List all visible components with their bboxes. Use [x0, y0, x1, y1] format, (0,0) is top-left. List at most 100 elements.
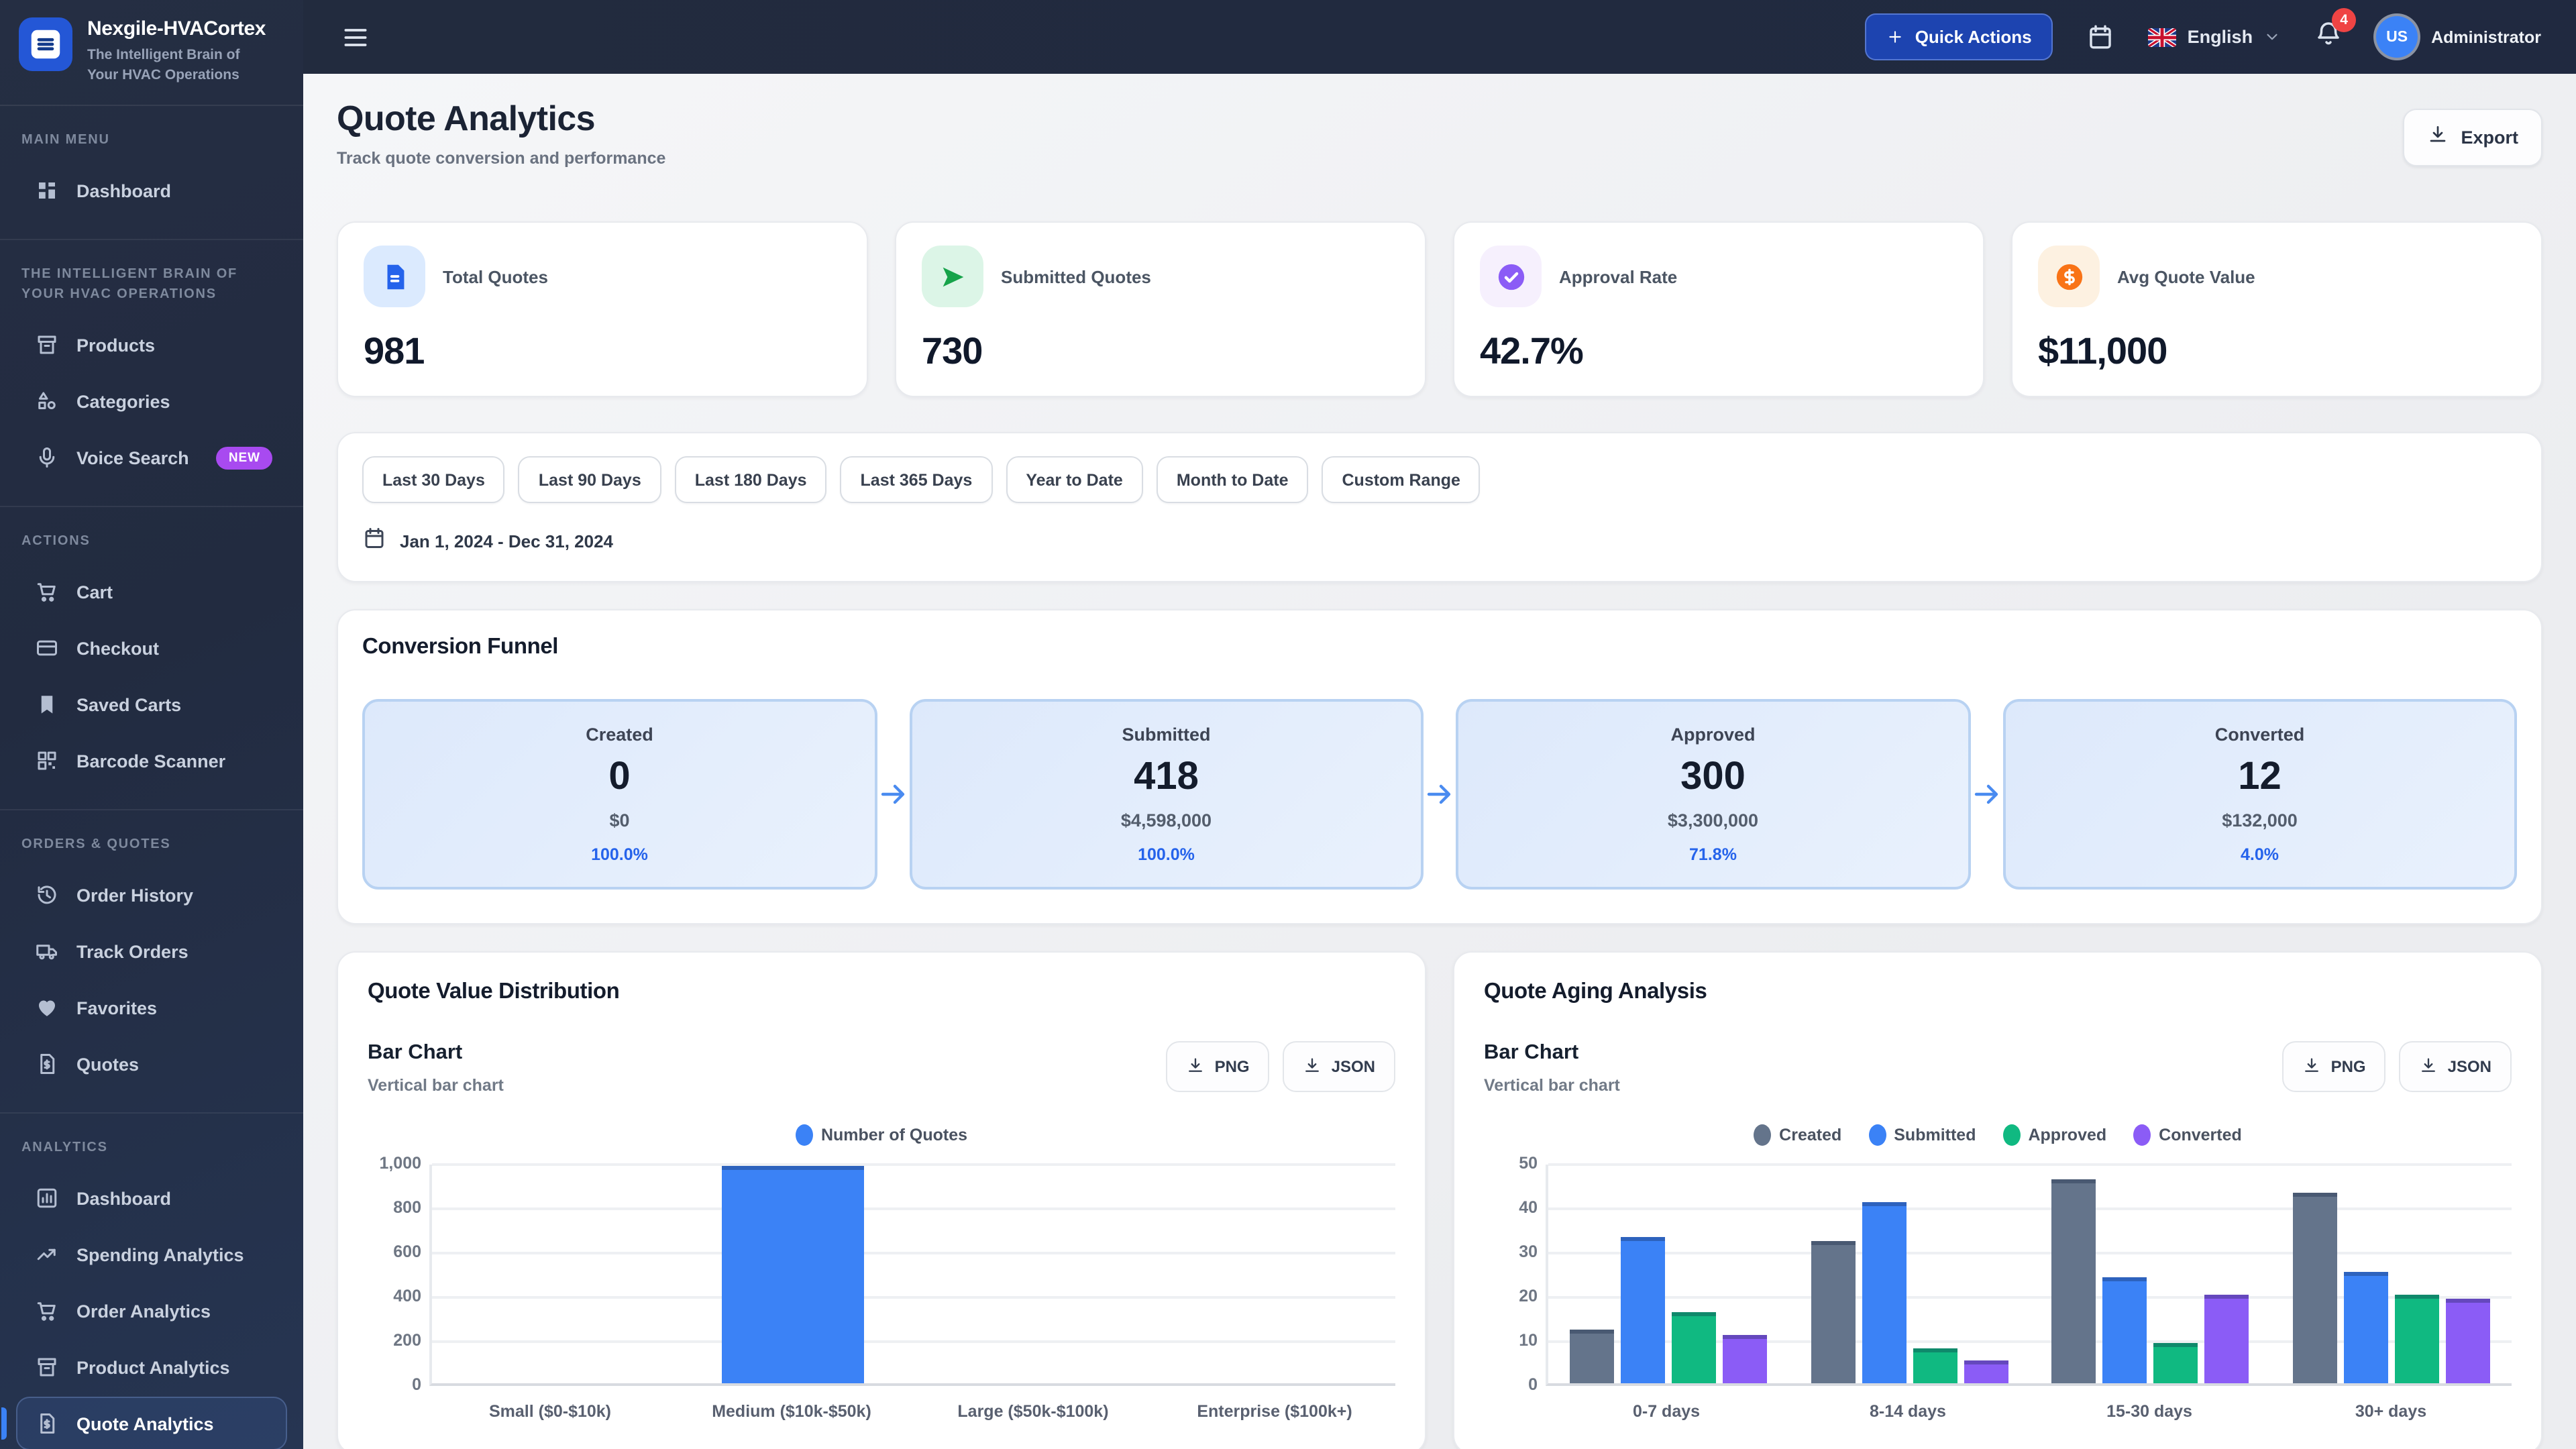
bar-8-14-days-converted: [1964, 1360, 2008, 1383]
stat-card-approval-rate: Approval Rate42.7%: [1453, 221, 1984, 397]
language-selector[interactable]: English: [2149, 27, 2282, 47]
range-button-last-180-days[interactable]: Last 180 Days: [675, 456, 827, 503]
sidebar-item-product-analytics[interactable]: Product Analytics: [16, 1341, 287, 1395]
funnel-stage-count: 0: [608, 755, 630, 800]
range-button-last-365-days[interactable]: Last 365 Days: [841, 456, 993, 503]
sidebar-item-label: Favorites: [76, 998, 157, 1018]
sidebar-section: ACTIONSCartCheckoutSaved CartsBarcode Sc…: [0, 506, 303, 804]
funnel-stage-value: $4,598,000: [1121, 810, 1212, 830]
bar-group-enterprise-100k: [1155, 1165, 1395, 1383]
download-png-button[interactable]: PNG: [2283, 1041, 2386, 1092]
sidebar-section-label: ORDERS & QUOTES: [0, 819, 303, 866]
sidebar-item-spending-analytics[interactable]: Spending Analytics: [16, 1228, 287, 1282]
notification-badge: 4: [2332, 8, 2356, 32]
download-icon: [2427, 123, 2449, 152]
sidebar-item-checkout[interactable]: Checkout: [16, 622, 287, 676]
download-json-button[interactable]: JSON: [1283, 1041, 1395, 1092]
page-title: Quote Analytics: [337, 98, 665, 140]
range-button-last-90-days[interactable]: Last 90 Days: [519, 456, 661, 503]
range-button-last-30-days[interactable]: Last 30 Days: [362, 456, 505, 503]
sidebar-item-dashboard[interactable]: Dashboard: [16, 164, 287, 218]
sidebar-item-label: Saved Carts: [76, 695, 181, 715]
bar-chart-plot: 02004006008001,000: [429, 1165, 1395, 1386]
notifications-button[interactable]: 4: [2314, 19, 2343, 55]
y-axis-tick-label: 10: [1487, 1331, 1538, 1350]
quick-actions-button[interactable]: Quick Actions: [1866, 13, 2053, 60]
sidebar-item-barcode-scanner[interactable]: Barcode Scanner: [16, 735, 287, 788]
sidebar-item-label: Categories: [76, 392, 170, 412]
sidebar-item-quotes[interactable]: Quotes: [16, 1038, 287, 1091]
sidebar-item-saved-carts[interactable]: Saved Carts: [16, 678, 287, 732]
document-icon: [364, 246, 425, 307]
app-logo: Nexgile-HVACortex The Intelligent Brain …: [0, 0, 303, 107]
calendar-icon: [2087, 23, 2115, 51]
range-button-year-to-date[interactable]: Year to Date: [1006, 456, 1143, 503]
menu-toggle-button[interactable]: [341, 22, 370, 52]
sidebar-item-label: Cart: [76, 582, 113, 602]
legend-item-approved: Approved: [2002, 1124, 2106, 1146]
date-range-display[interactable]: Jan 1, 2024 - Dec 31, 2024: [362, 526, 2517, 557]
stat-card-total-quotes: Total Quotes 981: [337, 221, 868, 397]
funnel-stage-percent: 100.0%: [591, 845, 648, 864]
stat-value: 981: [364, 330, 841, 373]
bar-30-days-created: [2293, 1193, 2337, 1383]
chart-type-label: Bar Chart: [1484, 1041, 1620, 1065]
export-label: Export: [2461, 127, 2518, 148]
sidebar-item-products[interactable]: Products: [16, 319, 287, 372]
x-axis-label: 0-7 days: [1546, 1402, 1787, 1421]
funnel-stage-percent: 100.0%: [1138, 845, 1195, 864]
legend-dot: [2133, 1124, 2151, 1146]
sidebar-item-label: Voice Search: [76, 448, 189, 468]
new-badge: NEW: [217, 447, 272, 470]
sidebar-nav: MAIN MENUDashboardTHE INTELLIGENT BRAIN …: [0, 107, 303, 1449]
sidebar-item-order-analytics[interactable]: Order Analytics: [16, 1285, 287, 1338]
check-circle-icon: [1480, 246, 1542, 307]
y-axis-tick-label: 20: [1487, 1287, 1538, 1305]
funnel-stage-count: 300: [1680, 755, 1746, 800]
export-button[interactable]: Export: [2403, 109, 2542, 166]
sidebar-item-voice-search[interactable]: Voice Search NEW: [16, 431, 287, 485]
bar-group-medium-10k-50k: [673, 1165, 914, 1383]
bar-chart-plot: 01020304050: [1546, 1165, 2512, 1386]
bar-group-large-50k-100k: [914, 1165, 1155, 1383]
funnel-stage-count: 12: [2238, 755, 2282, 800]
range-button-month-to-date[interactable]: Month to Date: [1157, 456, 1309, 503]
legend-label: Submitted: [1894, 1126, 1976, 1144]
sidebar-item-label: Dashboard: [76, 181, 171, 201]
sidebar-item-favorites[interactable]: Favorites: [16, 981, 287, 1035]
stat-label: Total Quotes: [443, 266, 548, 286]
sidebar-item-label: Products: [76, 335, 155, 356]
download-icon: [1303, 1055, 1322, 1078]
legend-dot: [1868, 1124, 1886, 1146]
funnel-stage-label: Submitted: [1122, 724, 1211, 745]
y-axis-tick-label: 1,000: [370, 1154, 421, 1173]
bar-group-small-0-10k: [432, 1165, 673, 1383]
sidebar-item-track-orders[interactable]: Track Orders: [16, 925, 287, 979]
download-json-button[interactable]: JSON: [2400, 1041, 2512, 1092]
legend-dot: [2002, 1124, 2020, 1146]
user-role-label: Administrator: [2431, 28, 2541, 46]
box-icon: [35, 1356, 59, 1380]
conversion-funnel-card: Conversion Funnel Created0$0100.0%Submit…: [337, 609, 2542, 924]
range-button-custom-range[interactable]: Custom Range: [1322, 456, 1481, 503]
sidebar-section-label: MAIN MENU: [0, 115, 303, 162]
bar-30-days-approved: [2395, 1295, 2439, 1383]
calendar-button[interactable]: [2087, 23, 2115, 51]
funnel-arrow-icon: [1424, 777, 1456, 812]
sidebar-item-categories[interactable]: Categories: [16, 375, 287, 429]
sidebar-item-cart[interactable]: Cart: [16, 566, 287, 619]
calendar-icon: [362, 526, 386, 557]
legend-item-converted: Converted: [2133, 1124, 2242, 1146]
funnel-stage-count: 418: [1134, 755, 1199, 800]
cart-icon: [35, 580, 59, 604]
chart-title: Quote Aging Analysis: [1484, 979, 2512, 1005]
sidebar-item-quote-analytics[interactable]: Quote Analytics: [16, 1397, 287, 1449]
bars-layer: [1548, 1165, 2512, 1383]
stat-label: Submitted Quotes: [1001, 266, 1151, 286]
sidebar-item-label: Product Analytics: [76, 1358, 230, 1378]
download-png-button[interactable]: PNG: [1167, 1041, 1270, 1092]
sidebar-item-order-history[interactable]: Order History: [16, 869, 287, 922]
user-menu[interactable]: US Administrator: [2376, 16, 2541, 58]
bar-group-15-30-days: [2030, 1165, 2271, 1383]
sidebar-item-analytics-dashboard[interactable]: Dashboard: [16, 1172, 287, 1226]
